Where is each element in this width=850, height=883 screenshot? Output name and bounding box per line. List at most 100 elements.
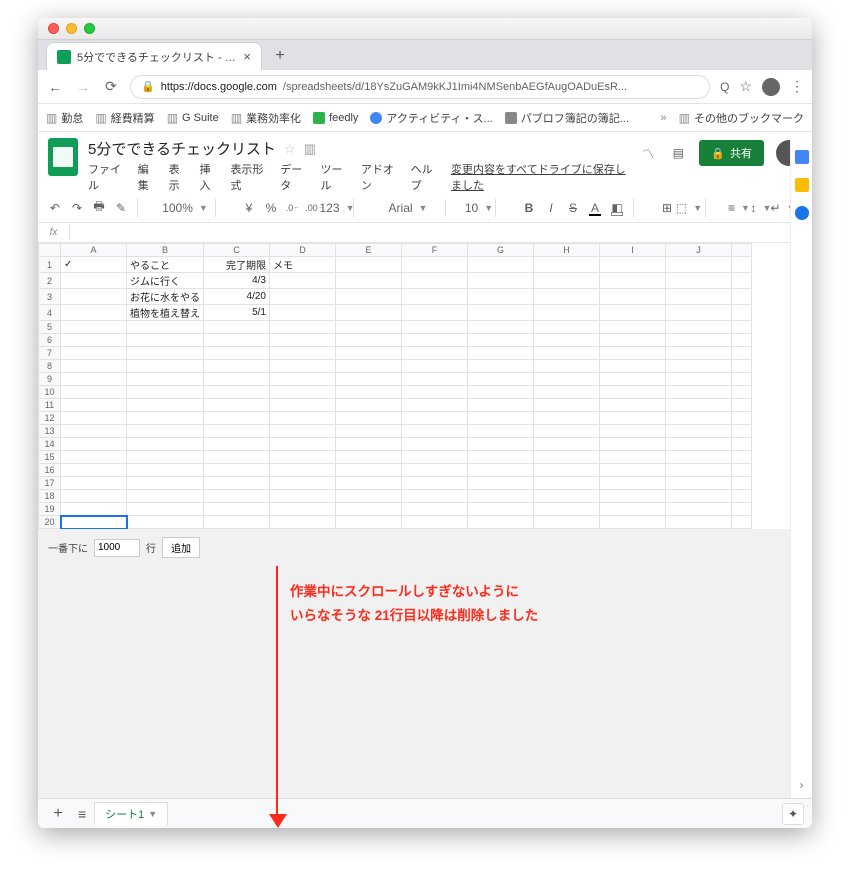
menu-insert[interactable]: 挿入 (200, 161, 219, 193)
cell[interactable] (336, 425, 402, 438)
keep-addon-icon[interactable] (795, 178, 809, 192)
column-header[interactable]: F (402, 244, 468, 257)
cell[interactable] (600, 305, 666, 321)
forward-icon[interactable]: → (74, 79, 92, 95)
cell[interactable] (204, 516, 270, 529)
cell[interactable] (402, 399, 468, 412)
cell[interactable] (534, 464, 600, 477)
cell[interactable] (127, 425, 204, 438)
cell[interactable] (204, 503, 270, 516)
cell[interactable] (270, 425, 336, 438)
cell[interactable] (600, 289, 666, 305)
cell[interactable] (270, 438, 336, 451)
row-header[interactable]: 13 (39, 425, 61, 438)
cell[interactable] (402, 257, 468, 273)
merge-cells-button[interactable]: ⬚▼ (680, 198, 698, 218)
cell[interactable]: やること (127, 257, 204, 273)
cell[interactable] (666, 347, 732, 360)
tab-close-icon[interactable]: × (243, 49, 251, 64)
doc-title[interactable]: 5分でできるチェックリスト (88, 138, 276, 159)
row-header[interactable]: 20 (39, 516, 61, 529)
cell[interactable]: 植物を植え替え (127, 305, 204, 321)
save-status[interactable]: 変更内容をすべてドライブに保存しました (451, 161, 629, 193)
cell[interactable] (204, 360, 270, 373)
row-header[interactable]: 4 (39, 305, 61, 321)
bookmark-item[interactable]: ▥勤怠 (46, 110, 83, 126)
cell[interactable] (468, 289, 534, 305)
cell[interactable] (61, 273, 127, 289)
cell[interactable] (468, 464, 534, 477)
cell[interactable] (468, 516, 534, 529)
cell[interactable] (534, 273, 600, 289)
chevron-down-icon[interactable]: ▼ (148, 809, 157, 819)
bookmark-item[interactable]: ▥業務効率化 (231, 110, 301, 126)
calendar-addon-icon[interactable] (795, 150, 809, 164)
cell[interactable] (270, 412, 336, 425)
cell[interactable] (270, 347, 336, 360)
cell[interactable] (600, 412, 666, 425)
cell[interactable] (534, 257, 600, 273)
cell[interactable] (270, 503, 336, 516)
cell[interactable] (468, 477, 534, 490)
cell[interactable] (270, 289, 336, 305)
cell[interactable] (336, 321, 402, 334)
cell[interactable] (534, 305, 600, 321)
new-tab-button[interactable]: + (268, 44, 292, 68)
cell[interactable] (127, 399, 204, 412)
cell[interactable] (336, 412, 402, 425)
cell[interactable] (600, 334, 666, 347)
cell[interactable] (127, 412, 204, 425)
cell[interactable] (127, 334, 204, 347)
cell[interactable] (666, 334, 732, 347)
cell[interactable] (468, 321, 534, 334)
bookmark-item[interactable]: パブロフ簿記の簿記... (505, 110, 629, 126)
row-header[interactable]: 14 (39, 438, 61, 451)
column-header[interactable]: A (61, 244, 127, 257)
cell[interactable] (534, 321, 600, 334)
column-header[interactable]: I (600, 244, 666, 257)
profile-avatar-icon[interactable] (762, 78, 780, 96)
cell[interactable] (336, 273, 402, 289)
menu-view[interactable]: 表示 (169, 161, 188, 193)
font-size-select[interactable]: 10▼ (470, 198, 488, 218)
cell[interactable] (127, 464, 204, 477)
borders-button[interactable]: ⊞ (658, 198, 676, 218)
text-color-button[interactable]: A (586, 198, 604, 218)
cell[interactable] (666, 503, 732, 516)
cell[interactable] (666, 451, 732, 464)
cell[interactable]: 4/20 (204, 289, 270, 305)
cell[interactable] (204, 321, 270, 334)
cell[interactable] (61, 464, 127, 477)
menu-file[interactable]: ファイル (88, 161, 126, 193)
cell[interactable] (204, 386, 270, 399)
v-align-button[interactable]: ↕▼ (752, 198, 770, 218)
cell[interactable] (666, 464, 732, 477)
cell[interactable] (61, 399, 127, 412)
cell[interactable] (61, 503, 127, 516)
cell[interactable] (468, 451, 534, 464)
row-header[interactable]: 18 (39, 490, 61, 503)
cell[interactable] (666, 425, 732, 438)
cell[interactable] (534, 503, 600, 516)
menu-addons[interactable]: アドオン (361, 161, 399, 193)
cell[interactable] (204, 490, 270, 503)
cell[interactable] (336, 451, 402, 464)
cell[interactable] (61, 490, 127, 503)
cell[interactable] (468, 425, 534, 438)
cell[interactable] (402, 490, 468, 503)
explore-button[interactable]: ✦ (782, 803, 804, 825)
cell[interactable]: メモ (270, 257, 336, 273)
row-header[interactable]: 2 (39, 273, 61, 289)
cell[interactable] (61, 516, 127, 529)
cell[interactable] (468, 386, 534, 399)
cell[interactable] (402, 347, 468, 360)
cell[interactable] (127, 386, 204, 399)
column-header[interactable]: G (468, 244, 534, 257)
add-rows-input[interactable] (94, 539, 140, 557)
cell[interactable] (402, 451, 468, 464)
cell[interactable] (600, 373, 666, 386)
cell[interactable] (204, 412, 270, 425)
menu-edit[interactable]: 編集 (138, 161, 157, 193)
cell[interactable] (666, 321, 732, 334)
bookmark-item[interactable]: ▥経費精算 (95, 110, 154, 126)
